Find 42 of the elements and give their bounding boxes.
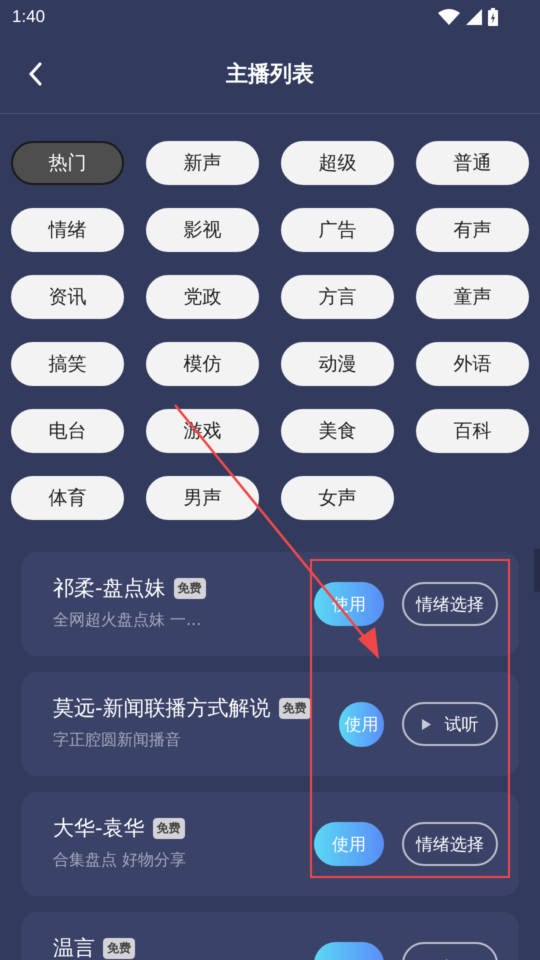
category-chip[interactable]: 有声 bbox=[416, 208, 529, 252]
free-badge: 免费 bbox=[174, 578, 206, 598]
category-chip[interactable]: 方言 bbox=[281, 275, 394, 319]
emotion-select-button[interactable]: 情绪选择 bbox=[402, 582, 498, 626]
play-icon bbox=[422, 718, 430, 730]
category-chip[interactable]: 资讯 bbox=[11, 275, 124, 319]
category-chip[interactable]: 党政 bbox=[146, 275, 259, 319]
page-title: 主播列表 bbox=[226, 60, 314, 88]
category-chip[interactable]: 情绪 bbox=[11, 208, 124, 252]
category-chip[interactable]: 童声 bbox=[416, 275, 529, 319]
anchor-name: 大华-袁华 bbox=[53, 815, 145, 842]
anchor-name: 祁柔-盘点妹 bbox=[53, 575, 166, 602]
anchor-description: 全网超火盘点妹 一... bbox=[53, 610, 202, 631]
category-chip[interactable]: 体育 bbox=[11, 476, 124, 520]
emotion-select-button[interactable]: 情绪选择 bbox=[402, 822, 498, 866]
category-chip[interactable]: 百科 bbox=[416, 409, 529, 453]
category-chip[interactable]: 外语 bbox=[416, 342, 529, 386]
free-badge: 免费 bbox=[278, 698, 311, 718]
free-badge: 免费 bbox=[103, 938, 135, 958]
category-chip[interactable]: 超级 bbox=[281, 141, 394, 185]
signal-icon bbox=[466, 9, 482, 25]
category-chip[interactable]: 女声 bbox=[281, 476, 394, 520]
category-chip[interactable]: 电台 bbox=[11, 409, 124, 453]
category-chip[interactable]: 模仿 bbox=[146, 342, 259, 386]
category-chip[interactable]: 动漫 bbox=[281, 342, 394, 386]
category-chip[interactable]: 男声 bbox=[146, 476, 259, 520]
category-chip[interactable]: 新声 bbox=[146, 141, 259, 185]
status-time: 1:40 bbox=[12, 7, 46, 27]
category-chip[interactable]: 普通 bbox=[416, 141, 529, 185]
category-chip[interactable]: 影视 bbox=[146, 208, 259, 252]
anchor-description: 字正腔圆新闻播音 bbox=[53, 730, 182, 751]
battery-icon bbox=[488, 8, 498, 26]
anchor-description: 合集盘点 好物分享 bbox=[53, 850, 188, 871]
category-chip[interactable]: 搞笑 bbox=[11, 342, 124, 386]
preview-button[interactable]: 试听 bbox=[402, 702, 498, 746]
category-chip[interactable]: 热门 bbox=[11, 141, 124, 185]
free-badge: 免费 bbox=[152, 818, 185, 838]
wifi-icon bbox=[438, 9, 460, 25]
anchor-name: 莫远-新闻联播方式解说 bbox=[53, 695, 271, 722]
category-chip[interactable]: 美食 bbox=[281, 409, 394, 453]
anchor-name: 温言 bbox=[53, 935, 95, 960]
category-chip[interactable]: 广告 bbox=[281, 208, 394, 252]
